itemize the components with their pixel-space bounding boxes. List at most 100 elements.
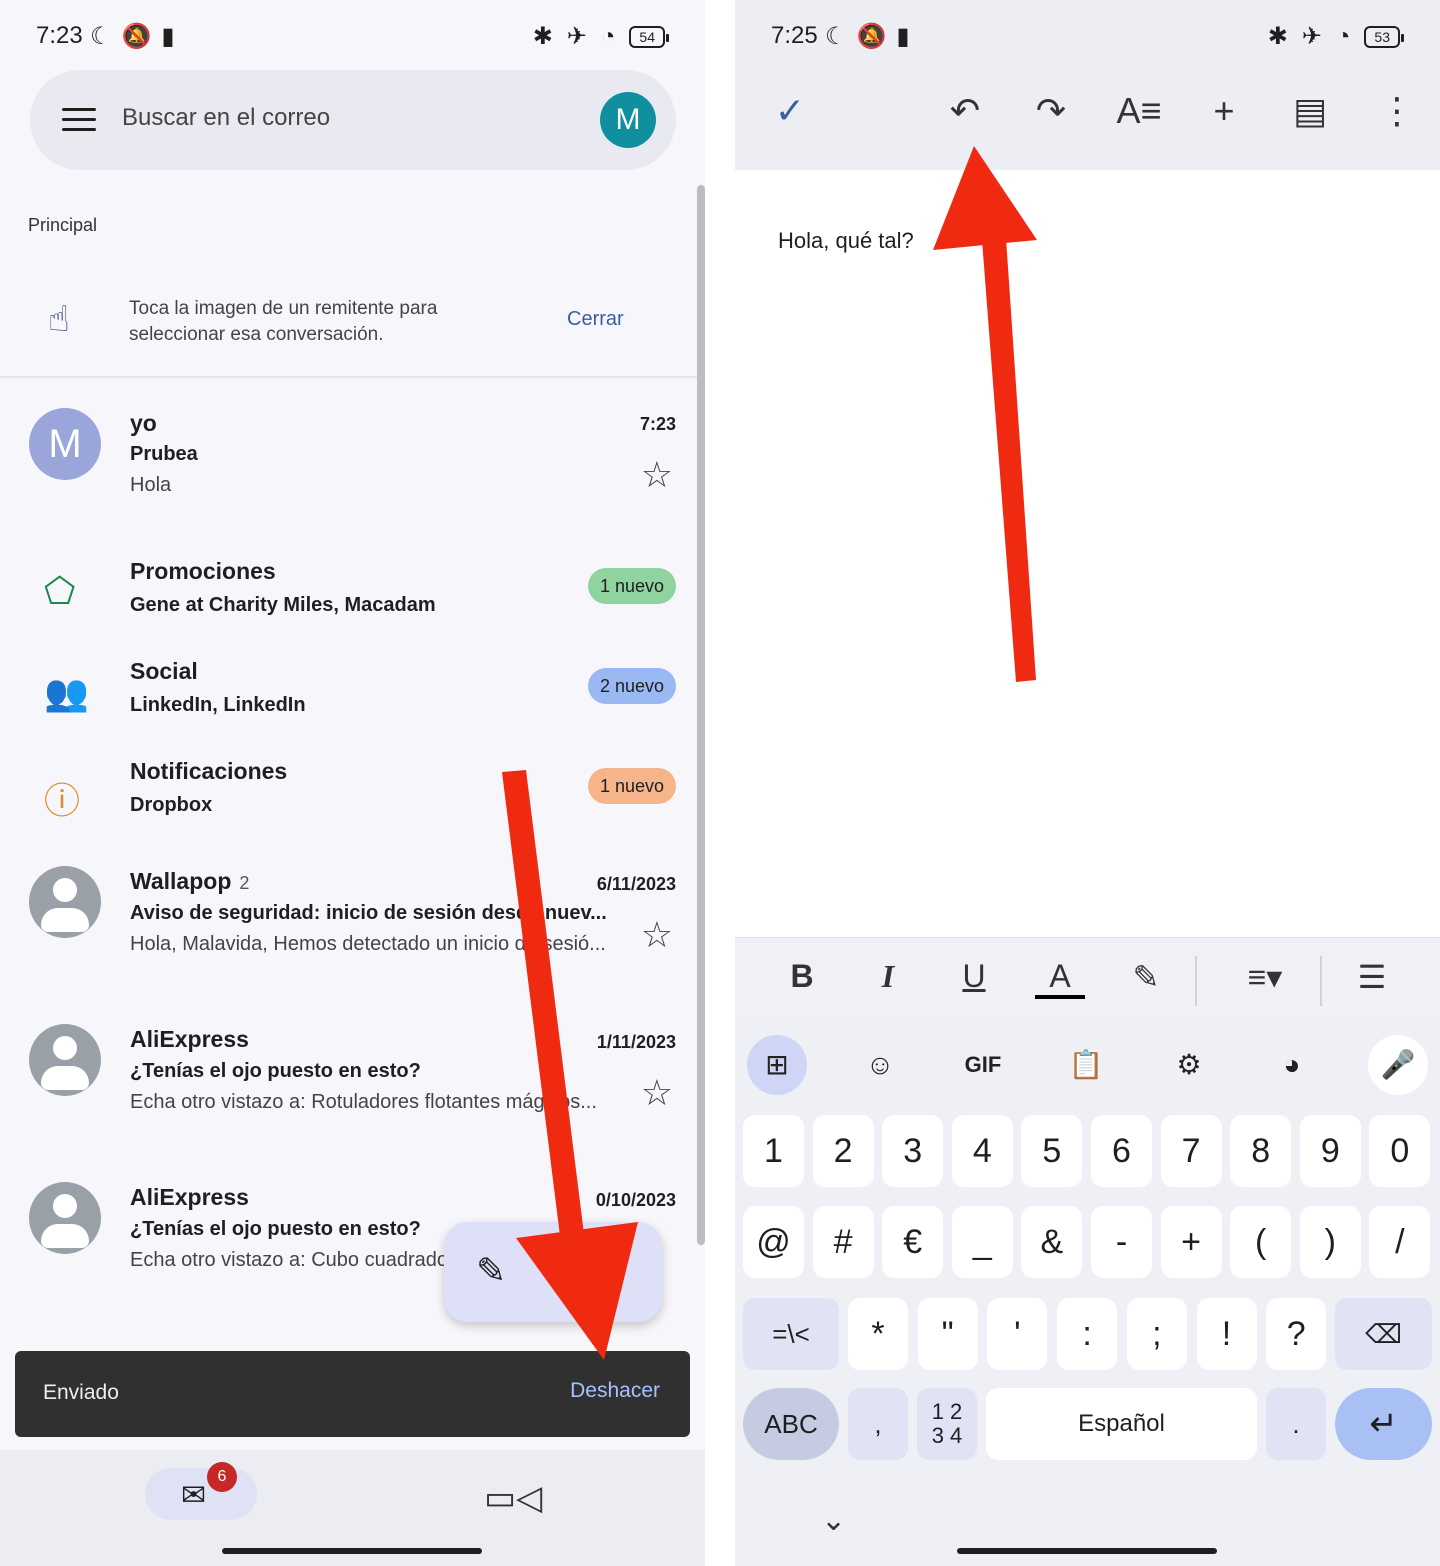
- key-symbol-3[interactable]: _: [951, 1206, 1013, 1278]
- undo-icon[interactable]: ↶: [935, 90, 995, 132]
- key-symbol-6[interactable]: +: [1160, 1206, 1222, 1278]
- compose-button[interactable]: ✎: [444, 1222, 662, 1322]
- account-avatar[interactable]: M: [600, 92, 656, 148]
- bold-icon[interactable]: B: [777, 958, 827, 995]
- section-label: Principal: [28, 215, 98, 235]
- home-indicator[interactable]: [957, 1548, 1217, 1554]
- key-symbol-2[interactable]: €: [882, 1206, 944, 1278]
- search-bar[interactable]: Buscar en el correo M: [30, 70, 676, 170]
- tip-close-button[interactable]: Cerrar: [567, 308, 624, 331]
- italic-icon[interactable]: I: [863, 958, 913, 995]
- numpad-key[interactable]: 1 2 3 4: [917, 1388, 977, 1460]
- home-indicator[interactable]: [222, 1548, 482, 1554]
- period-key[interactable]: .: [1266, 1388, 1326, 1460]
- category-row-social[interactable]: 👥 Social LinkedIn, LinkedIn 2 nuevo: [0, 650, 705, 740]
- new-badge: 1 nuevo: [587, 768, 676, 804]
- palette-icon[interactable]: ◕: [1262, 1035, 1322, 1095]
- key-digit-5[interactable]: 6: [1091, 1115, 1152, 1187]
- airplane-icon: ✈: [566, 23, 587, 50]
- nav-mail[interactable]: ✉ 6: [145, 1462, 257, 1520]
- redo-icon[interactable]: ↷: [1021, 90, 1081, 132]
- email-row[interactable]: Wallapop 2 Aviso de seguridad: inicio de …: [0, 860, 705, 1000]
- key-symbol-8[interactable]: ): [1299, 1206, 1361, 1278]
- check-icon[interactable]: ✓: [760, 90, 820, 132]
- space-key[interactable]: Español: [986, 1388, 1257, 1460]
- key-digit-1[interactable]: 2: [812, 1115, 874, 1187]
- align-icon[interactable]: ≡▾: [1230, 958, 1300, 996]
- email-sender: AliExpress: [130, 1184, 249, 1210]
- email-row[interactable]: M yo Prubea Hola 7:23 ☆: [0, 400, 705, 530]
- highlight-icon[interactable]: ✎: [1121, 958, 1171, 996]
- text-color-icon[interactable]: A: [1035, 958, 1085, 999]
- search-input[interactable]: Buscar en el correo: [122, 104, 330, 132]
- comma-key[interactable]: ,: [848, 1388, 908, 1460]
- scrollbar[interactable]: [697, 185, 705, 1245]
- info-icon: ⓘ: [44, 780, 81, 821]
- avatar[interactable]: M: [29, 408, 101, 480]
- settings-icon[interactable]: ⚙: [1159, 1035, 1219, 1095]
- key-punct-4[interactable]: ;: [1126, 1298, 1187, 1370]
- key-punct-6[interactable]: ?: [1266, 1298, 1327, 1370]
- video-icon[interactable]: ▭◁: [484, 1478, 542, 1518]
- enter-key[interactable]: ↵: [1335, 1388, 1432, 1460]
- underline-icon[interactable]: U: [949, 958, 999, 995]
- insert-icon[interactable]: +: [1194, 90, 1254, 132]
- document-text[interactable]: Hola, qué tal?: [778, 228, 914, 254]
- star-icon[interactable]: ☆: [641, 454, 673, 496]
- text-format-icon[interactable]: A≡: [1109, 90, 1169, 132]
- touch-hand-icon: ☝: [48, 298, 70, 339]
- key-punct-3[interactable]: :: [1057, 1298, 1118, 1370]
- star-icon[interactable]: ☆: [641, 914, 673, 956]
- more-icon[interactable]: ⋮: [1367, 90, 1427, 132]
- avatar[interactable]: [29, 1024, 101, 1096]
- key-digit-0[interactable]: 1: [743, 1115, 804, 1187]
- key-punct-0[interactable]: *: [848, 1298, 908, 1370]
- mute-icon: 🔕: [856, 23, 887, 50]
- clipboard-icon[interactable]: 📋: [1056, 1035, 1116, 1095]
- status-bar: 7:23 ☾ 🔕 ▮ ✱ ✈ ◔ 54: [0, 0, 705, 72]
- key-digit-9[interactable]: 0: [1369, 1115, 1431, 1187]
- backspace-key[interactable]: ⌫: [1335, 1298, 1432, 1370]
- key-symbol-5[interactable]: -: [1091, 1206, 1152, 1278]
- avatar[interactable]: [29, 866, 101, 938]
- key-digit-2[interactable]: 3: [882, 1115, 944, 1187]
- category-row-promotions[interactable]: ⬠ Promociones Gene at Charity Miles, Mac…: [0, 550, 705, 640]
- apps-icon[interactable]: ⊞: [747, 1035, 807, 1095]
- pencil-icon: ✎: [476, 1250, 507, 1291]
- key-symbol-1[interactable]: #: [812, 1206, 874, 1278]
- people-icon: 👥: [44, 672, 89, 713]
- menu-icon[interactable]: [62, 108, 96, 132]
- key-digit-3[interactable]: 4: [951, 1115, 1013, 1187]
- email-row[interactable]: AliExpress ¿Tenías el ojo puesto en esto…: [0, 1018, 705, 1158]
- key-digit-8[interactable]: 9: [1299, 1115, 1361, 1187]
- chevron-down-icon[interactable]: ⌄: [821, 1503, 846, 1538]
- email-subject: Prubea: [130, 443, 198, 465]
- abc-key[interactable]: ABC: [743, 1388, 839, 1460]
- star-icon[interactable]: ☆: [641, 1072, 673, 1114]
- category-row-notifications[interactable]: ⓘ Notificaciones Dropbox 1 nuevo: [0, 750, 705, 840]
- moon-icon: ☾: [825, 23, 847, 50]
- key-digit-6[interactable]: 7: [1160, 1115, 1222, 1187]
- list-icon[interactable]: ☰: [1347, 958, 1397, 996]
- mic-icon[interactable]: 🎤: [1368, 1035, 1428, 1095]
- key-symbol-0[interactable]: @: [743, 1206, 804, 1278]
- key-digit-7[interactable]: 8: [1230, 1115, 1292, 1187]
- tag-icon: ⬠: [44, 570, 76, 611]
- undo-button[interactable]: Deshacer: [570, 1379, 660, 1403]
- sticker-icon[interactable]: ☺: [850, 1035, 910, 1095]
- key-symbol-9[interactable]: /: [1369, 1206, 1431, 1278]
- avatar[interactable]: [29, 1182, 101, 1254]
- snackbar: Enviado Deshacer: [15, 1351, 690, 1437]
- key-more-symbols[interactable]: =\<: [743, 1298, 839, 1370]
- key-symbol-4[interactable]: &: [1021, 1206, 1083, 1278]
- category-senders: Dropbox: [130, 794, 213, 816]
- gif-button[interactable]: GIF: [953, 1035, 1013, 1095]
- key-digit-4[interactable]: 5: [1021, 1115, 1083, 1187]
- key-punct-2[interactable]: ': [987, 1298, 1048, 1370]
- email-subject: Aviso de seguridad: inicio de sesión des…: [130, 902, 607, 924]
- key-punct-5[interactable]: !: [1196, 1298, 1257, 1370]
- key-symbol-7[interactable]: (: [1230, 1206, 1292, 1278]
- comment-icon[interactable]: ▤: [1280, 90, 1340, 132]
- status-bar: 7:25 ☾ 🔕 ▮ ✱ ✈ ◔ 53: [735, 0, 1440, 72]
- key-punct-1[interactable]: ": [917, 1298, 978, 1370]
